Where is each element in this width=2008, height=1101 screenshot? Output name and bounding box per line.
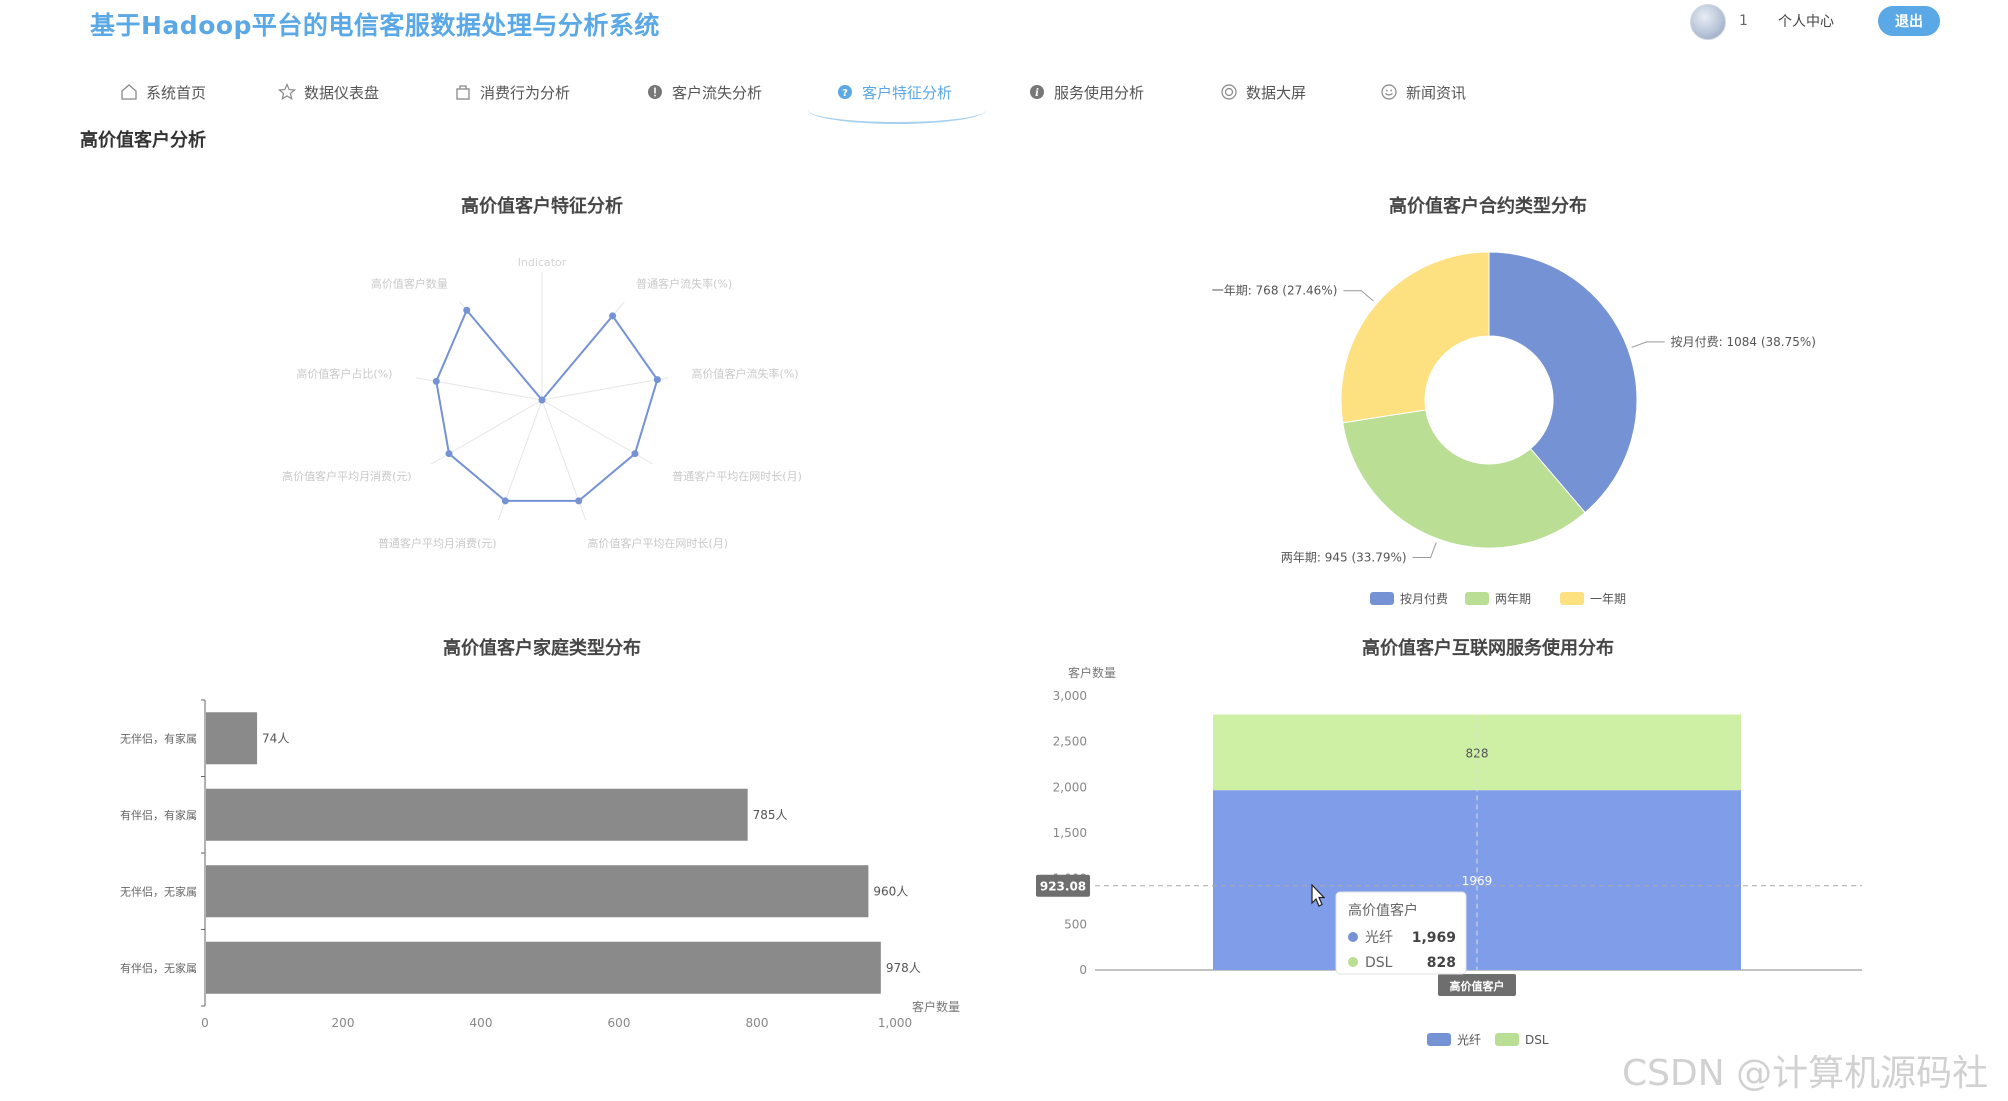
pie-label-line [1631, 341, 1665, 348]
x-tick-label: 200 [332, 1016, 355, 1030]
radar-point [575, 497, 583, 505]
watermark: CSDN @计算机源码社 [1622, 1053, 1989, 1094]
radar-point [538, 396, 546, 404]
pie-label-line [1412, 542, 1437, 559]
radar-point [631, 450, 639, 458]
bar-value-label: 978人 [886, 961, 921, 975]
y-tick-label: 3,000 [1053, 689, 1087, 703]
x-tick-label: 600 [608, 1016, 631, 1030]
tooltip-series-name: 光纤 [1365, 930, 1393, 946]
legend-label: 两年期 [1495, 592, 1531, 606]
category-label: 有伴侣，有家属 [120, 808, 197, 822]
tooltip-title: 高价值客户 [1348, 902, 1418, 919]
pie-chart: 按月付费: 1084 (38.75%) 两年期: 945 (33.79%) 一年期:… [1212, 251, 1816, 606]
tooltip-marker [1348, 957, 1358, 967]
pointer-value-label: 923.08 [1040, 880, 1086, 894]
y-tick-label: 2,000 [1053, 780, 1087, 794]
radar-indicator-label: 高价值客户平均在网时长(月) [587, 536, 728, 550]
radar-axis [541, 377, 669, 401]
legend-label: 按月付费 [1400, 592, 1448, 606]
radar-point [463, 306, 471, 314]
legend-label: 光纤 [1457, 1033, 1481, 1047]
radar-chart: 普通客户流失率(%) 高价值客户流失率(%) 普通客户平均在网时长(月) 高价值客户平… [282, 256, 802, 550]
y-tick-label: 0 [1079, 963, 1087, 977]
legend-swatch[interactable] [1495, 1033, 1519, 1046]
pie-slice-label: 两年期: 945 (33.79%) [1281, 551, 1407, 565]
legend-swatch[interactable] [1370, 592, 1394, 605]
tooltip-marker [1348, 932, 1358, 942]
pie-slice-label: 一年期: 768 (27.46%) [1212, 284, 1338, 298]
legend-swatch[interactable] [1560, 592, 1584, 605]
bar-value-label: 74人 [262, 731, 289, 745]
radar-point [445, 450, 453, 458]
tooltip-series-value: 1,969 [1412, 930, 1456, 946]
category-label: 无伴侣，有家属 [120, 731, 197, 745]
legend-label: 一年期 [1590, 592, 1626, 606]
tooltip: 高价值客户光纤 1,969 DSL 828 [1335, 891, 1467, 975]
bar[interactable] [206, 788, 748, 841]
pie-legend: 按月付费 两年期 一年期 [1370, 592, 1626, 606]
hbar-chart: 74人 无伴侣，有家属 785人 有伴侣，有家属 960人 无伴侣，无家属 978人 有伴侣，… [120, 699, 960, 1030]
stack-chart: 05001,0001,5002,0002,5003,000客户数量1969828… [1036, 665, 1862, 1047]
radar-indicator-label: 高价值客户占比(%) [296, 367, 392, 381]
radar-point [653, 376, 661, 384]
y-tick-label: 500 [1064, 917, 1087, 931]
pie-slice[interactable] [1340, 251, 1490, 424]
radar-point [501, 497, 509, 505]
bar[interactable] [206, 941, 881, 994]
bar-value-label: 785人 [753, 808, 788, 822]
x-axis-label: 客户数量 [912, 999, 960, 1014]
radar-indicator-label: 普通客户流失率(%) [636, 277, 732, 291]
x-tick-label: 400 [470, 1016, 493, 1030]
tooltip-series-name: DSL [1365, 955, 1393, 971]
radar-point [432, 377, 440, 385]
x-tick-label: 1,000 [878, 1016, 912, 1030]
x-tick-label: 0 [201, 1016, 209, 1030]
charts-canvas: 普通客户流失率(%) 高价值客户流失率(%) 普通客户平均在网时长(月) 高价值客户平… [120, 251, 1862, 1047]
tooltip-series-value: 828 [1427, 955, 1456, 971]
legend-label: DSL [1525, 1033, 1549, 1047]
category-label: 无伴侣，无家属 [120, 884, 197, 898]
radar-indicator-label: 普通客户平均在网时长(月) [672, 469, 802, 483]
radar-indicator-label: 高价值客户流失率(%) [692, 367, 799, 381]
legend-swatch[interactable] [1465, 592, 1489, 605]
bar[interactable] [206, 712, 258, 765]
radar-series-line [435, 308, 659, 502]
radar-indicator-label: 高价值客户数量 [371, 277, 448, 291]
bar[interactable] [206, 865, 869, 918]
y-tick-label: 2,500 [1053, 735, 1087, 749]
pie-slice-label: 按月付费: 1084 (38.75%) [1671, 335, 1816, 349]
category-label: 有伴侣，无家属 [120, 961, 197, 975]
stack-legend: 光纤 DSL [1427, 1033, 1549, 1047]
bar-value-label: 960人 [873, 884, 908, 898]
pie-label-line [1343, 290, 1374, 302]
x-tick-label: 800 [746, 1016, 769, 1030]
y-axis-label: 客户数量 [1068, 665, 1116, 680]
y-tick-label: 1,500 [1053, 826, 1087, 840]
radar-point [609, 312, 617, 320]
radar-indicator-label: 普通客户平均月消费(元) [378, 536, 497, 550]
radar-indicator-label: 高价值客户平均月消费(元) [282, 469, 412, 483]
legend-swatch[interactable] [1427, 1033, 1451, 1046]
radar-indicator-label: Indicator [518, 256, 567, 269]
x-category-label: 高价值客户 [1450, 979, 1505, 993]
